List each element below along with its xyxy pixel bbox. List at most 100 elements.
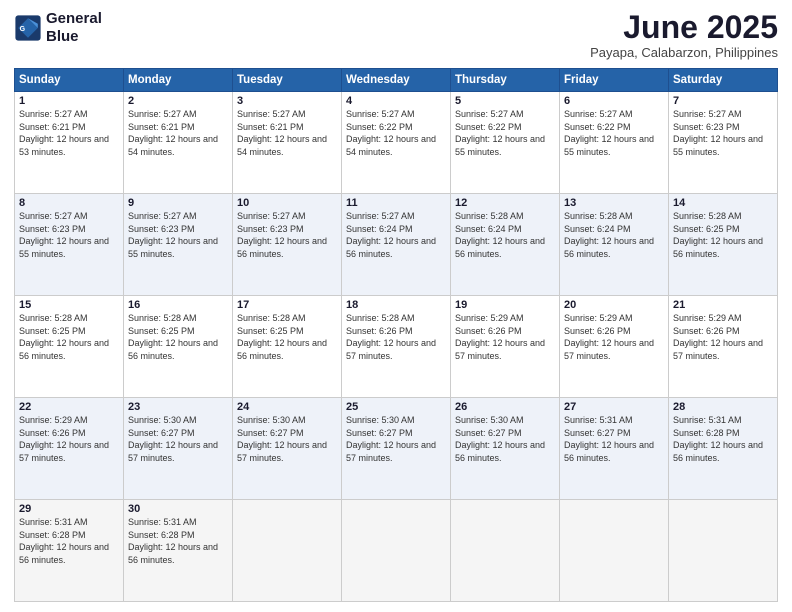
calendar-cell: 6 Sunrise: 5:27 AMSunset: 6:22 PMDayligh… (560, 92, 669, 194)
title-block: June 2025 Payapa, Calabarzon, Philippine… (590, 10, 778, 60)
calendar-cell: 18 Sunrise: 5:28 AMSunset: 6:26 PMDaylig… (342, 296, 451, 398)
day-number: 14 (673, 197, 773, 209)
calendar-cell: 7 Sunrise: 5:27 AMSunset: 6:23 PMDayligh… (669, 92, 778, 194)
day-number: 7 (673, 95, 773, 107)
calendar-cell: 3 Sunrise: 5:27 AMSunset: 6:21 PMDayligh… (233, 92, 342, 194)
day-info: Sunrise: 5:28 AMSunset: 6:24 PMDaylight:… (455, 211, 545, 259)
calendar-cell: 29 Sunrise: 5:31 AMSunset: 6:28 PMDaylig… (15, 500, 124, 602)
page-header: G General Blue June 2025 Payapa, Calabar… (14, 10, 778, 60)
calendar-cell: 10 Sunrise: 5:27 AMSunset: 6:23 PMDaylig… (233, 194, 342, 296)
calendar-cell: 27 Sunrise: 5:31 AMSunset: 6:27 PMDaylig… (560, 398, 669, 500)
calendar-week-2: 8 Sunrise: 5:27 AMSunset: 6:23 PMDayligh… (15, 194, 778, 296)
day-info: Sunrise: 5:29 AMSunset: 6:26 PMDaylight:… (19, 415, 109, 463)
col-wednesday: Wednesday (342, 69, 451, 92)
logo-line1: General (46, 10, 102, 28)
day-info: Sunrise: 5:27 AMSunset: 6:22 PMDaylight:… (346, 109, 436, 157)
day-info: Sunrise: 5:28 AMSunset: 6:25 PMDaylight:… (128, 313, 218, 361)
day-info: Sunrise: 5:27 AMSunset: 6:24 PMDaylight:… (346, 211, 436, 259)
day-number: 10 (237, 197, 337, 209)
calendar-page: G General Blue June 2025 Payapa, Calabar… (0, 0, 792, 612)
logo-line2: Blue (46, 28, 102, 46)
day-number: 25 (346, 401, 446, 413)
col-friday: Friday (560, 69, 669, 92)
col-sunday: Sunday (15, 69, 124, 92)
day-number: 3 (237, 95, 337, 107)
day-number: 8 (19, 197, 119, 209)
day-info: Sunrise: 5:31 AMSunset: 6:28 PMDaylight:… (673, 415, 763, 463)
calendar-cell: 20 Sunrise: 5:29 AMSunset: 6:26 PMDaylig… (560, 296, 669, 398)
day-number: 19 (455, 299, 555, 311)
calendar-cell: 8 Sunrise: 5:27 AMSunset: 6:23 PMDayligh… (15, 194, 124, 296)
day-info: Sunrise: 5:27 AMSunset: 6:23 PMDaylight:… (237, 211, 327, 259)
day-number: 13 (564, 197, 664, 209)
calendar-cell: 28 Sunrise: 5:31 AMSunset: 6:28 PMDaylig… (669, 398, 778, 500)
day-number: 28 (673, 401, 773, 413)
day-number: 27 (564, 401, 664, 413)
day-number: 4 (346, 95, 446, 107)
day-info: Sunrise: 5:28 AMSunset: 6:25 PMDaylight:… (673, 211, 763, 259)
logo-icon: G (14, 14, 42, 42)
day-info: Sunrise: 5:31 AMSunset: 6:28 PMDaylight:… (128, 517, 218, 565)
day-info: Sunrise: 5:27 AMSunset: 6:22 PMDaylight:… (455, 109, 545, 157)
col-monday: Monday (124, 69, 233, 92)
day-info: Sunrise: 5:28 AMSunset: 6:25 PMDaylight:… (19, 313, 109, 361)
day-info: Sunrise: 5:28 AMSunset: 6:24 PMDaylight:… (564, 211, 654, 259)
svg-text:G: G (20, 26, 26, 33)
calendar-cell: 12 Sunrise: 5:28 AMSunset: 6:24 PMDaylig… (451, 194, 560, 296)
day-number: 2 (128, 95, 228, 107)
location-subtitle: Payapa, Calabarzon, Philippines (590, 45, 778, 60)
calendar-cell: 9 Sunrise: 5:27 AMSunset: 6:23 PMDayligh… (124, 194, 233, 296)
day-number: 20 (564, 299, 664, 311)
day-info: Sunrise: 5:31 AMSunset: 6:27 PMDaylight:… (564, 415, 654, 463)
day-info: Sunrise: 5:30 AMSunset: 6:27 PMDaylight:… (128, 415, 218, 463)
day-number: 18 (346, 299, 446, 311)
day-info: Sunrise: 5:28 AMSunset: 6:25 PMDaylight:… (237, 313, 327, 361)
calendar-cell: 19 Sunrise: 5:29 AMSunset: 6:26 PMDaylig… (451, 296, 560, 398)
day-info: Sunrise: 5:27 AMSunset: 6:23 PMDaylight:… (673, 109, 763, 157)
calendar-cell (560, 500, 669, 602)
day-number: 23 (128, 401, 228, 413)
day-number: 24 (237, 401, 337, 413)
calendar-cell: 22 Sunrise: 5:29 AMSunset: 6:26 PMDaylig… (15, 398, 124, 500)
day-info: Sunrise: 5:27 AMSunset: 6:22 PMDaylight:… (564, 109, 654, 157)
day-number: 30 (128, 503, 228, 515)
day-info: Sunrise: 5:29 AMSunset: 6:26 PMDaylight:… (455, 313, 545, 361)
col-saturday: Saturday (669, 69, 778, 92)
day-number: 29 (19, 503, 119, 515)
day-number: 15 (19, 299, 119, 311)
calendar-cell: 16 Sunrise: 5:28 AMSunset: 6:25 PMDaylig… (124, 296, 233, 398)
day-info: Sunrise: 5:27 AMSunset: 6:23 PMDaylight:… (19, 211, 109, 259)
col-thursday: Thursday (451, 69, 560, 92)
day-info: Sunrise: 5:27 AMSunset: 6:21 PMDaylight:… (237, 109, 327, 157)
calendar-table: Sunday Monday Tuesday Wednesday Thursday… (14, 68, 778, 602)
day-number: 12 (455, 197, 555, 209)
calendar-cell (342, 500, 451, 602)
day-info: Sunrise: 5:28 AMSunset: 6:26 PMDaylight:… (346, 313, 436, 361)
calendar-cell: 13 Sunrise: 5:28 AMSunset: 6:24 PMDaylig… (560, 194, 669, 296)
day-info: Sunrise: 5:27 AMSunset: 6:21 PMDaylight:… (19, 109, 109, 157)
calendar-cell: 2 Sunrise: 5:27 AMSunset: 6:21 PMDayligh… (124, 92, 233, 194)
day-number: 11 (346, 197, 446, 209)
day-info: Sunrise: 5:30 AMSunset: 6:27 PMDaylight:… (237, 415, 327, 463)
calendar-cell (669, 500, 778, 602)
calendar-cell: 23 Sunrise: 5:30 AMSunset: 6:27 PMDaylig… (124, 398, 233, 500)
day-number: 1 (19, 95, 119, 107)
calendar-cell: 26 Sunrise: 5:30 AMSunset: 6:27 PMDaylig… (451, 398, 560, 500)
calendar-week-3: 15 Sunrise: 5:28 AMSunset: 6:25 PMDaylig… (15, 296, 778, 398)
day-number: 16 (128, 299, 228, 311)
day-number: 22 (19, 401, 119, 413)
calendar-cell (233, 500, 342, 602)
day-info: Sunrise: 5:31 AMSunset: 6:28 PMDaylight:… (19, 517, 109, 565)
calendar-cell: 24 Sunrise: 5:30 AMSunset: 6:27 PMDaylig… (233, 398, 342, 500)
day-number: 5 (455, 95, 555, 107)
calendar-week-5: 29 Sunrise: 5:31 AMSunset: 6:28 PMDaylig… (15, 500, 778, 602)
day-info: Sunrise: 5:27 AMSunset: 6:23 PMDaylight:… (128, 211, 218, 259)
calendar-cell: 17 Sunrise: 5:28 AMSunset: 6:25 PMDaylig… (233, 296, 342, 398)
calendar-cell (451, 500, 560, 602)
month-title: June 2025 (590, 10, 778, 45)
calendar-cell: 14 Sunrise: 5:28 AMSunset: 6:25 PMDaylig… (669, 194, 778, 296)
calendar-cell: 25 Sunrise: 5:30 AMSunset: 6:27 PMDaylig… (342, 398, 451, 500)
calendar-cell: 30 Sunrise: 5:31 AMSunset: 6:28 PMDaylig… (124, 500, 233, 602)
day-info: Sunrise: 5:29 AMSunset: 6:26 PMDaylight:… (673, 313, 763, 361)
day-number: 26 (455, 401, 555, 413)
